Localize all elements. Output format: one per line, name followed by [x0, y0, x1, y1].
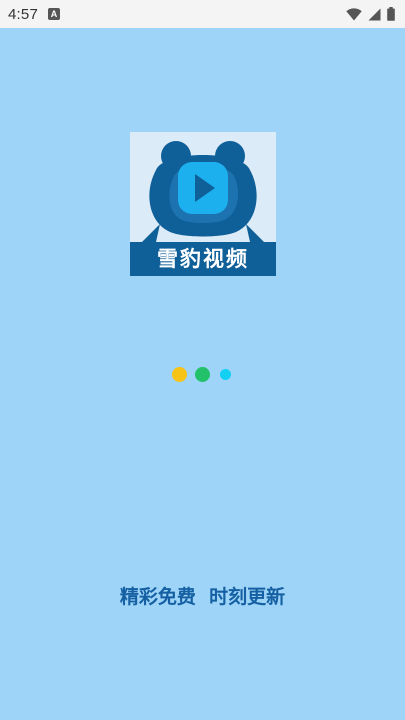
loading-dot-cyan	[220, 369, 231, 380]
status-icons	[346, 7, 395, 21]
battery-icon	[387, 7, 395, 21]
loading-indicator	[0, 364, 405, 384]
status-bar: 4:57 A	[0, 0, 405, 28]
cellular-signal-icon	[368, 8, 381, 20]
loading-dot-green	[195, 367, 210, 382]
tagline: 精彩免费 时刻更新	[119, 586, 286, 608]
notification-a-icon: A	[48, 8, 60, 20]
loading-dot-yellow	[172, 367, 187, 382]
splash-screen: 4:57 A 雪豹视频 精彩免费 时刻更新	[0, 0, 405, 720]
logo-title: 雪豹视频	[157, 246, 249, 271]
status-time: 4:57	[8, 5, 38, 23]
app-logo: 雪豹视频	[130, 132, 276, 276]
wifi-icon	[346, 7, 362, 20]
